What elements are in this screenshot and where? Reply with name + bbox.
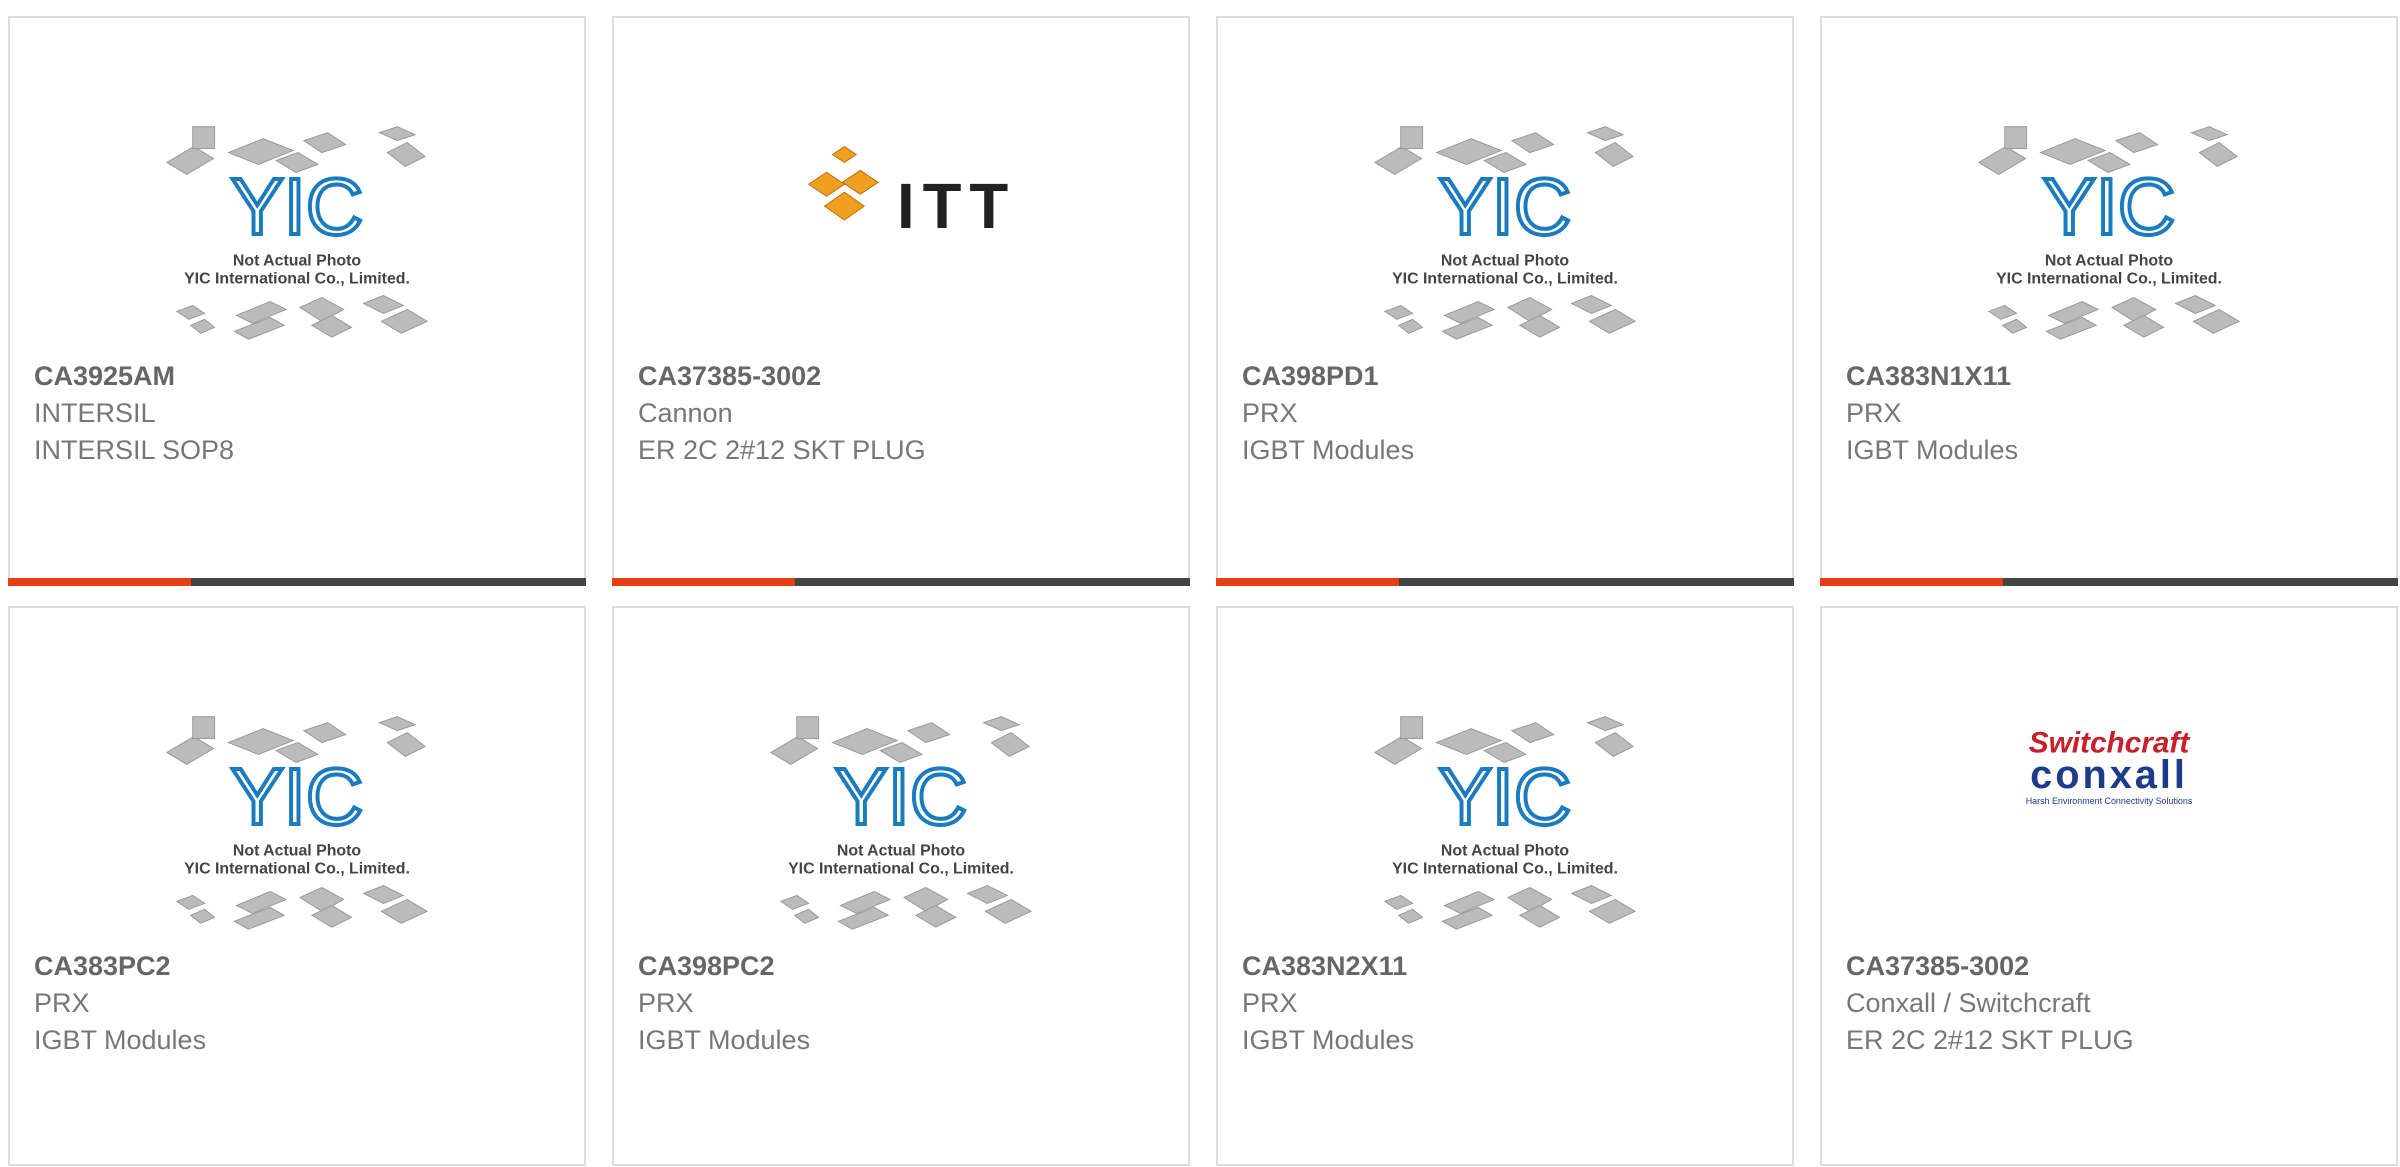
svg-text:YIC International Co., Limited: YIC International Co., Limited. bbox=[788, 861, 1014, 878]
svg-text:Not Actual Photo: Not Actual Photo bbox=[1441, 843, 1569, 860]
product-card[interactable]: ITT CA37385-3002 Cannon ER 2C 2#12 SKT P… bbox=[612, 16, 1190, 586]
manufacturer: INTERSIL bbox=[34, 398, 156, 428]
svg-text:Not Actual Photo: Not Actual Photo bbox=[233, 253, 361, 270]
accent-bar bbox=[612, 578, 795, 586]
svg-text:Not Actual Photo: Not Actual Photo bbox=[2045, 253, 2173, 270]
svg-text:ITT: ITT bbox=[897, 171, 1016, 242]
card-bottom-bar bbox=[1216, 578, 1794, 586]
svg-text:Not Actual Photo: Not Actual Photo bbox=[233, 843, 361, 860]
product-card[interactable]: YIC Not Actual Photo YIC International C… bbox=[8, 606, 586, 1166]
part-number[interactable]: CA383N2X11 bbox=[1242, 951, 1407, 982]
card-bottom-bar bbox=[8, 578, 586, 586]
manufacturer: Conxall / Switchcraft bbox=[1846, 988, 2091, 1018]
svg-text:YIC International Co., Limited: YIC International Co., Limited. bbox=[184, 861, 410, 878]
manufacturer: PRX bbox=[1242, 988, 1298, 1018]
switchcraft-conxall-logo-image: Switchcraft conxall Harsh Environment Co… bbox=[2026, 726, 2193, 806]
itt-logo-image: ITT bbox=[807, 145, 1016, 242]
part-number[interactable]: CA383PC2 bbox=[34, 951, 171, 982]
card-bottom-bar bbox=[1820, 578, 2398, 586]
description: ER 2C 2#12 SKT PLUG bbox=[1846, 1025, 2134, 1055]
manufacturer: PRX bbox=[638, 988, 694, 1018]
product-placeholder-image: YIC Not Actual Photo YIC International C… bbox=[769, 716, 1033, 930]
accent-bar bbox=[1820, 578, 2003, 586]
svg-text:conxall: conxall bbox=[2030, 753, 2188, 797]
part-number[interactable]: CA398PC2 bbox=[638, 951, 775, 982]
svg-text:YIC International Co., Limited: YIC International Co., Limited. bbox=[184, 271, 410, 288]
product-grid: YIC Not Actual Photo YIC International C… bbox=[0, 0, 2400, 1167]
part-number[interactable]: CA3925AM bbox=[34, 361, 175, 392]
product-placeholder-image: YIC Not Actual Photo YIC International C… bbox=[1373, 126, 1637, 340]
yic-logo: YIC bbox=[231, 162, 363, 251]
product-placeholder-image: YIC Not Actual Photo YIC International C… bbox=[1977, 126, 2241, 340]
product-card[interactable]: YIC Not Actual Photo YIC International C… bbox=[8, 16, 586, 586]
description: IGBT Modules bbox=[1242, 435, 1415, 465]
yic-logo: YIC bbox=[1439, 162, 1571, 251]
description: ER 2C 2#12 SKT PLUG bbox=[638, 435, 926, 465]
itt-mark-icon bbox=[807, 145, 880, 221]
yic-logo: YIC bbox=[835, 752, 967, 841]
description: IGBT Modules bbox=[34, 1025, 207, 1055]
accent-bar bbox=[1216, 578, 1399, 586]
manufacturer: PRX bbox=[1242, 398, 1298, 428]
svg-text:Harsh Environment Connectivity: Harsh Environment Connectivity Solutions bbox=[2026, 796, 2193, 806]
product-card[interactable]: Switchcraft conxall Harsh Environment Co… bbox=[1820, 606, 2398, 1166]
svg-text:Not Actual Photo: Not Actual Photo bbox=[837, 843, 965, 860]
yic-logo: YIC bbox=[231, 752, 363, 841]
manufacturer: PRX bbox=[1846, 398, 1902, 428]
product-placeholder-image: YIC Not Actual Photo YIC International C… bbox=[1373, 716, 1637, 930]
product-card[interactable]: YIC Not Actual Photo YIC International C… bbox=[1216, 16, 1794, 586]
description: IGBT Modules bbox=[1242, 1025, 1415, 1055]
description: IGBT Modules bbox=[1846, 435, 2019, 465]
product-placeholder-image: YIC Not Actual Photo YIC International C… bbox=[165, 126, 429, 340]
yic-logo: YIC bbox=[1439, 752, 1571, 841]
svg-text:Not Actual Photo: Not Actual Photo bbox=[1441, 253, 1569, 270]
svg-text:YIC International Co., Limited: YIC International Co., Limited. bbox=[1392, 271, 1618, 288]
product-card[interactable]: YIC Not Actual Photo YIC International C… bbox=[1216, 606, 1794, 1166]
manufacturer: PRX bbox=[34, 988, 90, 1018]
part-number[interactable]: CA37385-3002 bbox=[638, 361, 821, 392]
description: IGBT Modules bbox=[638, 1025, 811, 1055]
accent-bar bbox=[8, 578, 191, 586]
product-placeholder-image: YIC Not Actual Photo YIC International C… bbox=[165, 716, 429, 930]
part-number[interactable]: CA383N1X11 bbox=[1846, 361, 2011, 392]
svg-text:YIC International Co., Limited: YIC International Co., Limited. bbox=[1996, 271, 2222, 288]
manufacturer: Cannon bbox=[638, 398, 733, 428]
description: INTERSIL SOP8 bbox=[34, 435, 235, 465]
card-bottom-bar bbox=[612, 578, 1190, 586]
yic-logo: YIC bbox=[2043, 162, 2175, 251]
product-card[interactable]: YIC Not Actual Photo YIC International C… bbox=[1820, 16, 2398, 586]
part-number[interactable]: CA37385-3002 bbox=[1846, 951, 2029, 982]
part-number[interactable]: CA398PD1 bbox=[1242, 361, 1379, 392]
product-card[interactable]: YIC Not Actual Photo YIC International C… bbox=[612, 606, 1190, 1166]
svg-text:YIC International Co., Limited: YIC International Co., Limited. bbox=[1392, 861, 1618, 878]
